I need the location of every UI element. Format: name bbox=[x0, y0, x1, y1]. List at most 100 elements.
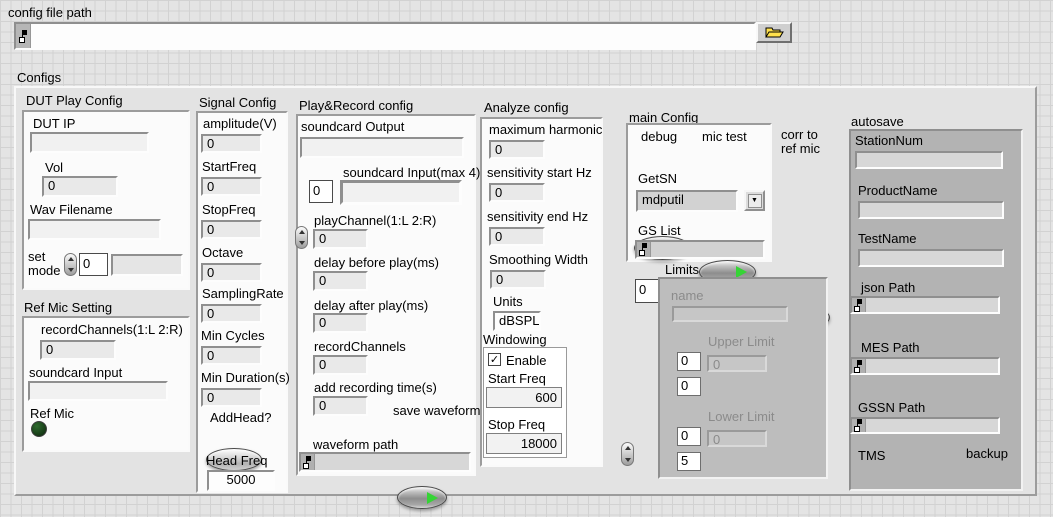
windowing-start-freq-label: Start Freq bbox=[488, 372, 546, 386]
save-waveform-button[interactable] bbox=[397, 486, 447, 509]
waveform-path-control[interactable] bbox=[299, 452, 471, 472]
soundcard-input-index-value[interactable]: 0 bbox=[309, 180, 333, 203]
playchannel-input[interactable]: 0 bbox=[313, 229, 368, 249]
sensitivity-end-input[interactable]: 0 bbox=[489, 227, 545, 246]
chevron-down-icon: ▼ bbox=[748, 194, 762, 208]
vol-input[interactable]: 0 bbox=[42, 176, 118, 197]
record-channels-input[interactable]: 0 bbox=[40, 340, 116, 360]
min-duration-input[interactable]: 0 bbox=[201, 388, 262, 407]
windowing-start-freq-input[interactable]: 600 bbox=[486, 387, 562, 408]
soundcard-input-max4-field[interactable] bbox=[340, 180, 462, 205]
gs-list-path-control[interactable] bbox=[635, 240, 765, 259]
lower-limit-spin-value-2[interactable]: 5 bbox=[677, 452, 701, 471]
limit-name-input[interactable] bbox=[672, 306, 788, 322]
vol-label: Vol bbox=[45, 161, 63, 175]
units-dropdown[interactable]: dBSPL bbox=[493, 311, 541, 331]
windowing-enable-checkbox[interactable]: ✓ bbox=[488, 353, 501, 366]
ref-mic-setting-title: Ref Mic Setting bbox=[24, 301, 112, 315]
amplitude-input[interactable]: 0 bbox=[201, 134, 262, 153]
green-arrow-icon bbox=[427, 492, 438, 504]
set-mode-spinner[interactable] bbox=[64, 253, 77, 276]
soundcard-input-index-spinner[interactable] bbox=[295, 226, 308, 249]
gs-list-input[interactable] bbox=[651, 242, 763, 257]
upper-limit-spin-value-2[interactable]: 0 bbox=[677, 377, 701, 396]
ref-mic-led-label: Ref Mic bbox=[30, 407, 74, 421]
smoothing-width-label: Smoothing Width bbox=[489, 253, 588, 267]
gs-list-label: GS List bbox=[638, 224, 681, 238]
recordchannels-input[interactable]: 0 bbox=[313, 355, 368, 375]
set-mode-text[interactable] bbox=[111, 254, 183, 276]
path-type-icon bbox=[637, 242, 651, 257]
stationnum-input[interactable] bbox=[855, 151, 1003, 169]
playchannel-label: playChannel(1:L 2:R) bbox=[314, 214, 436, 228]
min-cycles-input[interactable]: 0 bbox=[201, 346, 262, 365]
add-recording-time-label: add recording time(s) bbox=[314, 381, 437, 395]
dut-ip-input[interactable] bbox=[30, 132, 149, 153]
soundcard-input-field[interactable] bbox=[28, 381, 168, 401]
limits-index-spinner[interactable] bbox=[621, 442, 634, 466]
smoothing-width-input[interactable]: 0 bbox=[490, 270, 546, 289]
config-file-path-input[interactable] bbox=[31, 24, 754, 48]
amplitude-label: amplitude(V) bbox=[203, 117, 277, 131]
sensitivity-start-label: sensitivity start Hz bbox=[487, 166, 592, 180]
gssn-path-control[interactable] bbox=[850, 417, 1000, 434]
delay-before-play-input[interactable]: 0 bbox=[313, 271, 368, 291]
json-path-control[interactable] bbox=[850, 296, 1000, 314]
path-type-icon bbox=[852, 298, 866, 312]
delay-after-play-input[interactable]: 0 bbox=[313, 313, 368, 333]
min-duration-label: Min Duration(s) bbox=[201, 371, 290, 385]
upper-limit-value[interactable]: 0 bbox=[707, 355, 767, 372]
windowing-title: Windowing bbox=[483, 333, 547, 347]
upper-limit-label: Upper Limit bbox=[708, 335, 774, 349]
upper-limit-spin-value-1[interactable]: 0 bbox=[677, 352, 701, 371]
configs-group-label: Configs bbox=[17, 71, 61, 85]
getsn-dropdown-button[interactable]: ▼ bbox=[744, 190, 765, 211]
productname-input[interactable] bbox=[858, 201, 1004, 219]
units-label: Units bbox=[493, 295, 523, 309]
lower-limit-spin-value-1[interactable]: 0 bbox=[677, 427, 701, 446]
testname-input[interactable] bbox=[858, 249, 1004, 267]
path-type-icon bbox=[852, 419, 866, 432]
waveform-path-input[interactable] bbox=[315, 454, 469, 470]
gssn-path-label: GSSN Path bbox=[858, 401, 925, 415]
testname-label: TestName bbox=[858, 232, 917, 246]
productname-label: ProductName bbox=[858, 184, 937, 198]
mes-path-input[interactable] bbox=[866, 359, 998, 373]
json-path-label: json Path bbox=[861, 281, 915, 295]
wav-filename-input[interactable] bbox=[28, 219, 161, 240]
path-type-icon bbox=[301, 454, 315, 470]
getsn-dropdown[interactable]: mdputil bbox=[636, 190, 738, 212]
tms-label: TMS bbox=[858, 449, 885, 463]
windowing-stop-freq-label: Stop Freq bbox=[488, 418, 545, 432]
save-waveform-label: save waveform bbox=[393, 404, 480, 418]
stopfreq-input[interactable]: 0 bbox=[201, 220, 262, 239]
add-recording-time-input[interactable]: 0 bbox=[313, 396, 368, 416]
samplingrate-label: SamplingRate bbox=[202, 287, 284, 301]
limits-title: Limits bbox=[665, 263, 699, 277]
config-file-path-control[interactable] bbox=[14, 22, 756, 50]
windowing-stop-freq-input[interactable]: 18000 bbox=[486, 433, 562, 454]
json-path-input[interactable] bbox=[866, 298, 998, 312]
octave-input[interactable]: 0 bbox=[201, 263, 262, 282]
browse-button[interactable] bbox=[756, 22, 792, 43]
set-mode-label-line2: mode bbox=[28, 264, 61, 278]
soundcard-output-label: soundcard Output bbox=[301, 120, 404, 134]
maximum-harmonic-input[interactable]: 0 bbox=[489, 140, 545, 159]
set-mode-value[interactable]: 0 bbox=[79, 253, 108, 276]
mes-path-control[interactable] bbox=[850, 357, 1000, 375]
autosave-title: autosave bbox=[851, 115, 904, 129]
head-freq-label: Head Freq bbox=[206, 454, 267, 468]
maximum-harmonic-label: maximum harmonic bbox=[489, 123, 602, 137]
startfreq-input[interactable]: 0 bbox=[201, 177, 262, 196]
samplingrate-input[interactable]: 0 bbox=[201, 304, 262, 323]
signal-config-title: Signal Config bbox=[199, 96, 276, 110]
gssn-path-input[interactable] bbox=[866, 419, 998, 432]
folder-icon bbox=[764, 26, 784, 39]
ref-mic-led-indicator bbox=[31, 421, 47, 437]
delay-before-play-label: delay before play(ms) bbox=[314, 256, 439, 270]
lower-limit-value[interactable]: 0 bbox=[707, 430, 767, 447]
delay-after-play-label: delay after play(ms) bbox=[314, 299, 428, 313]
soundcard-output-input[interactable] bbox=[300, 137, 464, 158]
sensitivity-start-input[interactable]: 0 bbox=[489, 183, 545, 202]
head-freq-input[interactable]: 5000 bbox=[207, 470, 275, 491]
